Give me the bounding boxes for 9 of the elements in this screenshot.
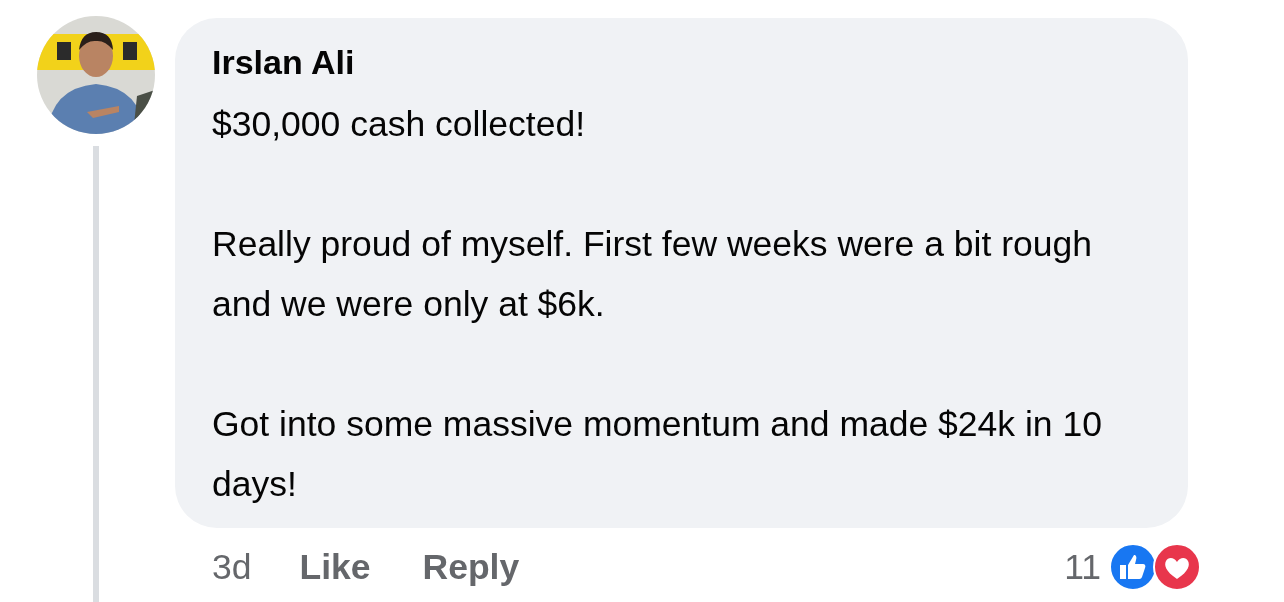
- reply-button[interactable]: Reply: [422, 542, 520, 592]
- reaction-count[interactable]: 11: [1064, 542, 1101, 592]
- comment-time[interactable]: 3d: [212, 542, 252, 592]
- comment-text: Got into some massive momentum and made $24k in 10 days!: [212, 403, 1103, 506]
- like-button[interactable]: Like: [299, 542, 371, 592]
- comment-text: Really proud of myself. First few weeks were a bit rough and we were only at $6k.: [212, 223, 1093, 326]
- author-name[interactable]: Irslan Ali: [212, 37, 1158, 87]
- comment-text: $30,000 cash collected!: [212, 103, 586, 146]
- thumbs-up-icon[interactable]: [1109, 543, 1157, 591]
